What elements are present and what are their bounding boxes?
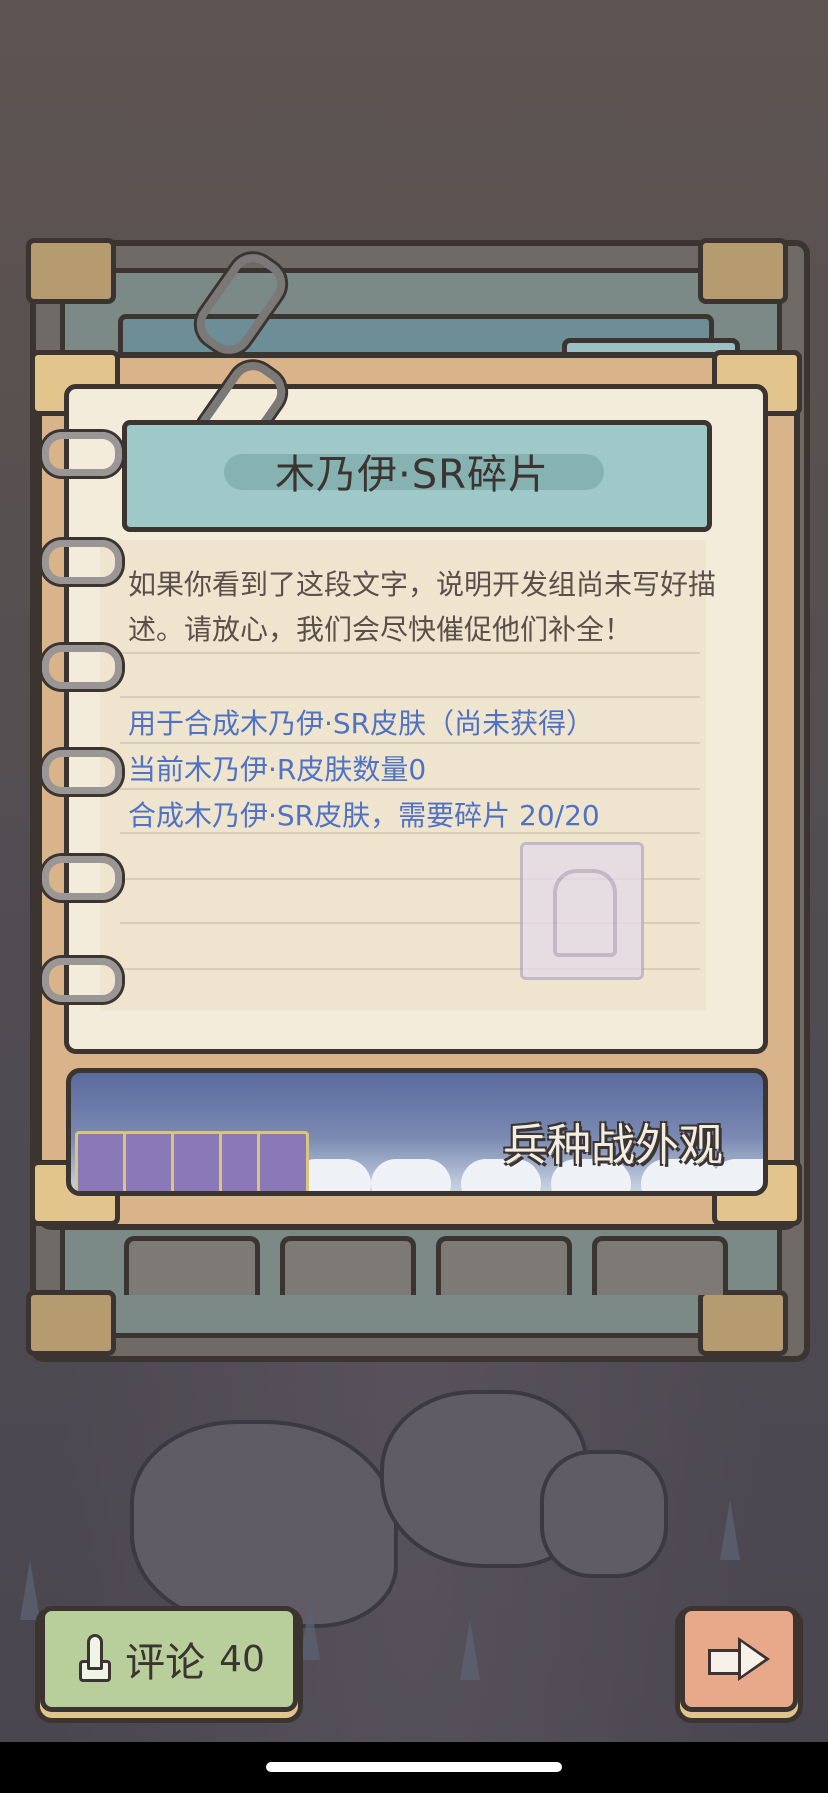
binder-corner [698, 1290, 788, 1356]
unit-slot[interactable] [124, 1236, 260, 1295]
ruled-line [120, 652, 700, 654]
binder-corner [698, 238, 788, 304]
binder-ring [42, 856, 122, 900]
comment-label: 评论 [125, 1640, 206, 1686]
quill-icon [73, 1634, 112, 1684]
skin-card-icon [171, 1131, 223, 1191]
skin-card-icon [257, 1131, 309, 1191]
comment-button[interactable]: 评论 40 [40, 1606, 298, 1712]
info-line-count: 当前木乃伊·R皮肤数量0 [128, 753, 427, 786]
mummy-figure-icon [553, 869, 617, 957]
ruled-line [120, 788, 700, 790]
info-line-usage: 用于合成木乃伊·SR皮肤（尚未获得） [128, 707, 595, 740]
unit-appearance-banner[interactable]: 兵种战外观 [66, 1068, 768, 1196]
binder-ring [42, 645, 122, 689]
rock [540, 1450, 668, 1578]
unit-slot[interactable] [280, 1236, 416, 1295]
binder-ring [42, 432, 122, 476]
grass [20, 1560, 40, 1620]
rock [130, 1420, 398, 1628]
ruled-line [120, 696, 700, 698]
cloud [371, 1159, 451, 1191]
grass [300, 1600, 320, 1660]
item-description: 如果你看到了这段文字，说明开发组尚未写好描述。请放心，我们会尽快催促他们补全！ [128, 568, 717, 646]
skin-card-icon [75, 1131, 127, 1191]
ruled-line [120, 742, 700, 744]
mummy-fragment-card-icon [520, 842, 644, 980]
next-button[interactable] [680, 1606, 798, 1712]
unit-slot[interactable] [436, 1236, 572, 1295]
binder-ring [42, 540, 122, 584]
arrow-right-icon [708, 1637, 770, 1681]
item-title: 木乃伊·SR碎片 [275, 452, 549, 498]
binder-ring [42, 958, 122, 1002]
skin-card-icon [123, 1131, 175, 1191]
info-line-requirement: 合成木乃伊·SR皮肤，需要碎片 20/20 [128, 799, 600, 832]
binder-corner [26, 1290, 116, 1356]
unit-slot[interactable] [592, 1236, 728, 1295]
banner-label: 兵种战外观 [503, 1120, 723, 1171]
comment-count: 40 [219, 1638, 265, 1680]
binder-corner [26, 238, 116, 304]
grass [720, 1500, 740, 1560]
grass [460, 1620, 480, 1680]
binder-ring [42, 750, 122, 794]
home-indicator[interactable] [266, 1762, 562, 1772]
